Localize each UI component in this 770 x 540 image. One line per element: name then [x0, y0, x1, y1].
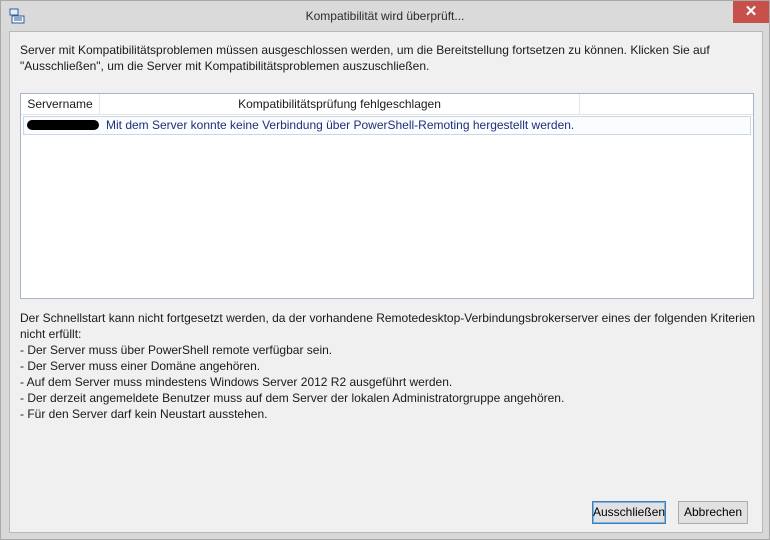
list-item[interactable]: Mit dem Server konnte keine Verbindung ü…: [23, 116, 751, 135]
cancel-button[interactable]: Abbrechen: [678, 501, 748, 524]
redacted-server-name: [27, 120, 99, 130]
intro-text: Server mit Kompatibilitätsproblemen müss…: [20, 43, 710, 73]
criteria-list: - Der Server muss über PowerShell remote…: [20, 342, 760, 422]
server-list[interactable]: Servername Kompatibilitätsprüfung fehlge…: [20, 93, 754, 299]
details-lead: Der Schnellstart kann nicht fortgesetzt …: [20, 311, 756, 341]
dialog-window: Kompatibilität wird überprüft... ✕ Serve…: [0, 0, 770, 540]
window-title: Kompatibilität wird überprüft...: [305, 9, 465, 23]
exclude-button[interactable]: Ausschließen: [592, 501, 666, 524]
criteria-item: - Für den Server darf kein Neustart auss…: [20, 407, 268, 421]
column-header-compat-check[interactable]: Kompatibilitätsprüfung fehlgeschlagen: [100, 94, 580, 114]
criteria-item: - Der Server muss über PowerShell remote…: [20, 343, 333, 357]
title-bar[interactable]: Kompatibilität wird überprüft... ✕: [1, 1, 769, 31]
row-message: Mit dem Server konnte keine Verbindung ü…: [106, 118, 575, 132]
details-text: Der Schnellstart kann nicht fortgesetzt …: [20, 310, 760, 422]
column-header-servername[interactable]: Servername: [21, 94, 100, 114]
close-button[interactable]: ✕: [733, 1, 769, 23]
criteria-item: - Auf dem Server muss mindestens Windows…: [20, 375, 453, 389]
dialog-content: Server mit Kompatibilitätsproblemen müss…: [9, 31, 763, 533]
list-header: Servername Kompatibilitätsprüfung fehlge…: [21, 94, 753, 115]
criteria-item: - Der Server muss einer Domäne angehören…: [20, 359, 261, 373]
criteria-item: - Der derzeit angemeldete Benutzer muss …: [20, 391, 565, 405]
